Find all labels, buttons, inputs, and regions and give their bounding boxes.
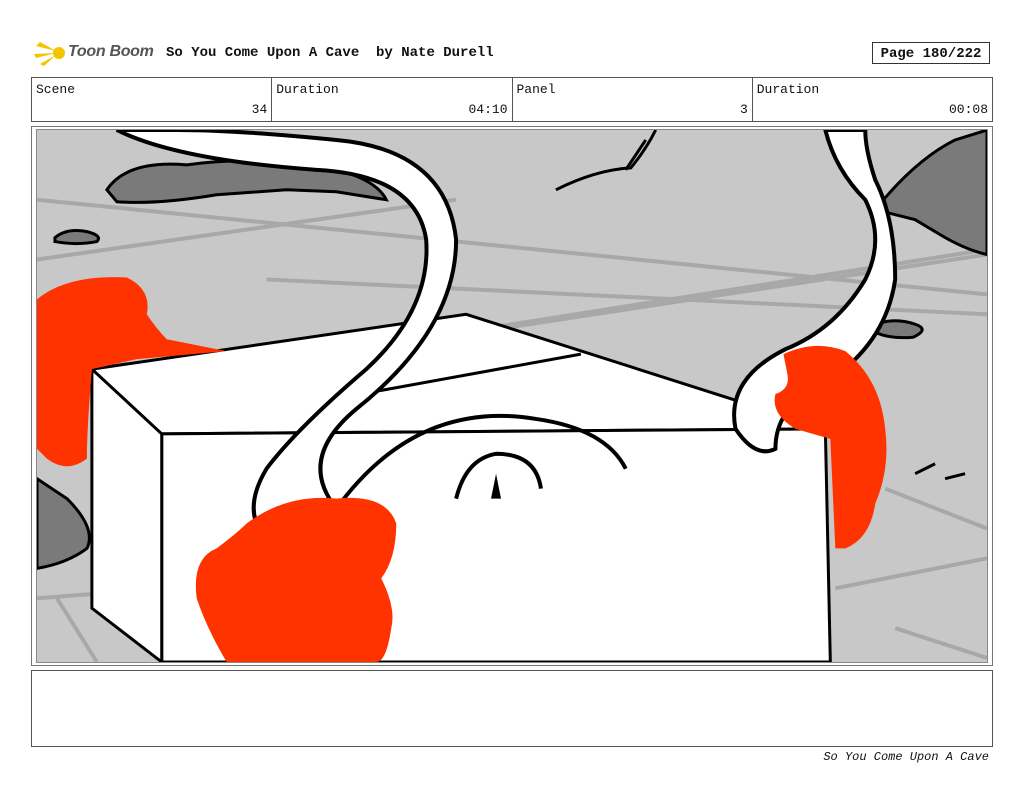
scene-label: Scene <box>36 82 76 97</box>
panel-cell: Panel 3 <box>513 78 753 121</box>
panel-drawing <box>36 129 988 663</box>
panel-duration-cell: Duration 00:08 <box>753 78 992 121</box>
logo-text: Toon Boom <box>68 43 154 60</box>
storyboard-title: So You Come Upon A Cave by Nate Durell <box>166 45 494 61</box>
scene-duration-label: Duration <box>276 82 339 97</box>
panel-duration-value: 00:08 <box>948 102 988 117</box>
panel-notes <box>31 670 993 747</box>
scene-value: 34 <box>251 102 268 117</box>
panel-duration-label: Duration <box>756 82 820 97</box>
scene-duration-value: 04:10 <box>468 102 508 117</box>
panel-info-row: Scene 34 Duration 04:10 Panel 3 Duration… <box>31 77 993 122</box>
panel-value: 3 <box>739 102 748 117</box>
footer-title: So You Come Upon A Cave <box>823 750 989 764</box>
panel-label: Panel <box>516 82 556 97</box>
scene-cell: Scene 34 <box>32 78 273 121</box>
scene-duration-cell: Duration 04:10 <box>272 78 513 121</box>
page-number: Page 180/222 <box>872 42 990 64</box>
